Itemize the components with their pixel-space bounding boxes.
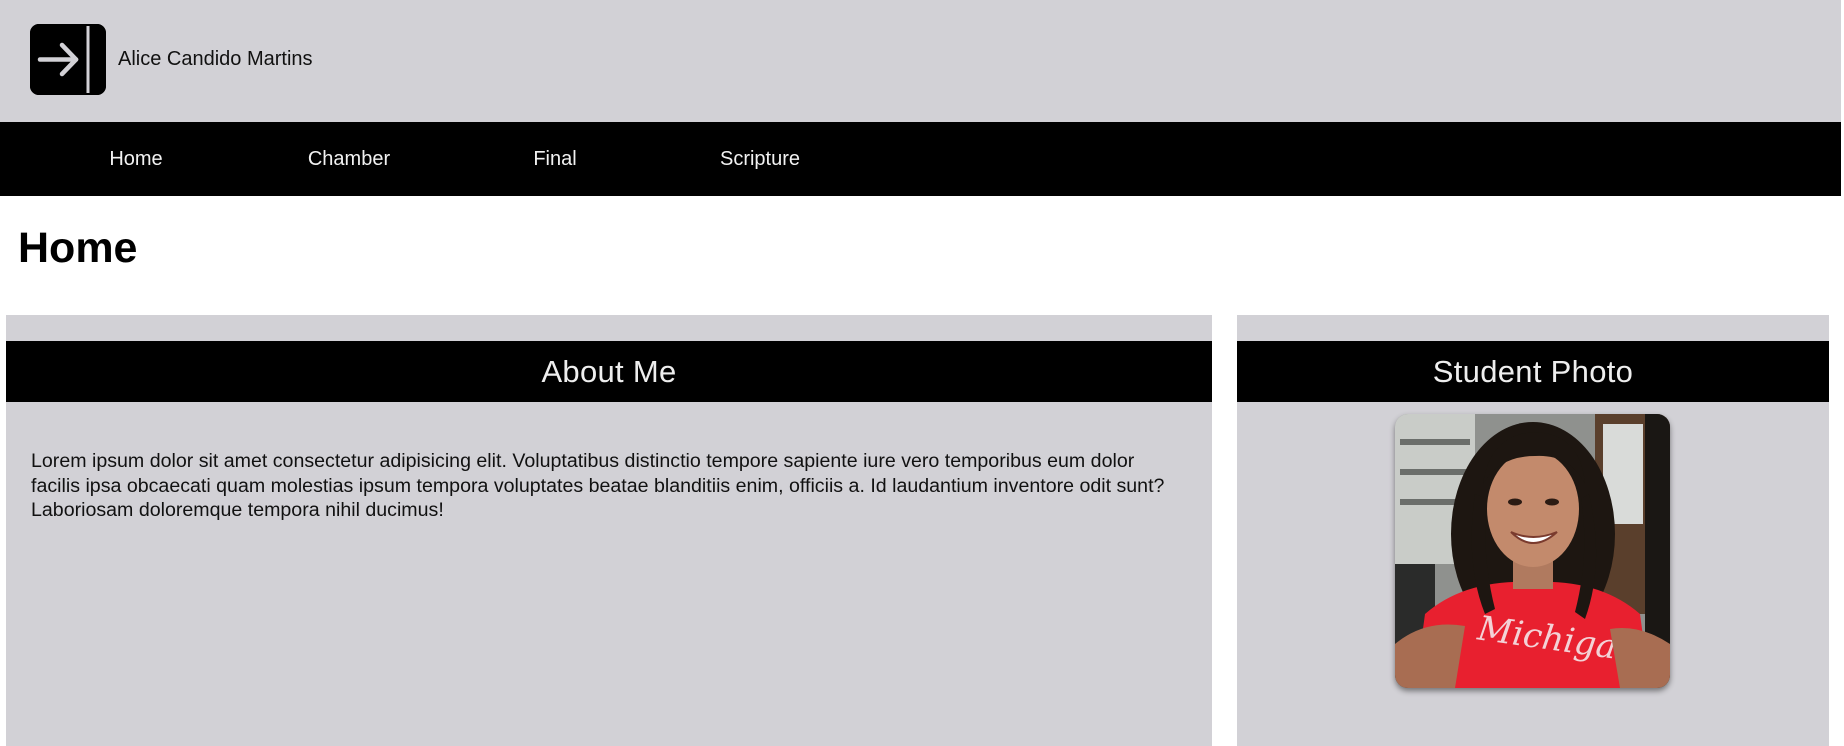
site-name: Alice Candido Martins [118,48,313,70]
student-photo-heading: Student Photo [1237,340,1829,402]
arrow-right-to-bracket-icon[interactable] [30,24,106,95]
student-photo: Michigan [1395,414,1670,688]
page-title: Home [18,224,138,272]
nav-item-chamber[interactable]: Chamber [294,122,404,196]
nav-item-home[interactable]: Home [96,122,176,196]
site-header: Alice Candido Martins [0,0,1841,122]
about-me-text: Lorem ipsum dolor sit amet consectetur a… [31,450,1165,522]
about-me-heading: About Me [6,340,1212,402]
main-nav: Home Chamber Final Scripture [0,122,1841,196]
about-me-card: About Me Lorem ipsum dolor sit amet cons… [6,315,1212,746]
nav-item-final[interactable]: Final [522,122,588,196]
student-photo-card: Student Photo Michigan [1237,315,1829,746]
nav-item-scripture[interactable]: Scripture [706,122,814,196]
